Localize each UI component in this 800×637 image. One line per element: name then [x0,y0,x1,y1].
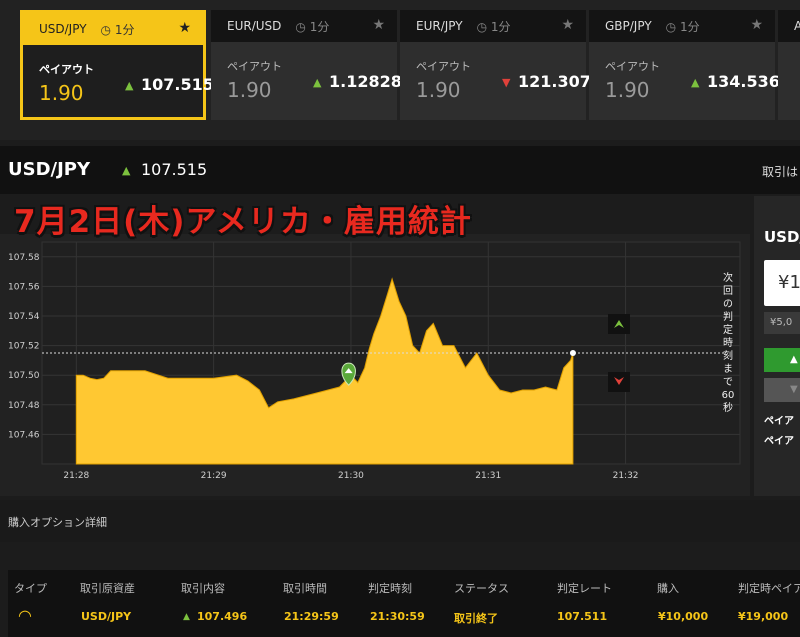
row-judge-rate: 107.511 [557,610,608,623]
down-arrow-icon: ▼ [502,76,511,89]
details-header: 購入オプション詳細 [0,500,800,542]
y-tick-label: 107.50 [8,371,40,381]
current-point [569,350,576,356]
col-judge-rate: 判定レート [557,582,612,595]
tab-partial[interactable]: A [778,10,800,120]
tab-pair: EUR/USD [227,19,282,33]
options-table: タイプ 取引原資産 取引内容 取引時間 判定時刻 ステータス 判定レート 購入 … [8,570,800,637]
payout-value: 1.90 [227,78,272,102]
row-payout: ¥19,000 [738,610,789,623]
tab-eur-usd[interactable]: EUR/USD ◷ 1分 ★ ペイアウト 1.90 ▲ 1.12828 [211,10,402,120]
row-judge-time: 21:30:59 [370,610,425,623]
clock-icon: ◷ 1分 [295,19,330,34]
tab-duration: 1分 [309,19,330,34]
star-icon[interactable]: ★ [178,20,191,36]
tab-duration: 1分 [679,19,700,34]
col-content: 取引内容 [181,582,225,595]
x-tick-label: 21:31 [475,471,501,481]
tab-duration: 1分 [114,22,135,37]
amount-preset-button[interactable]: ¥5,0 [764,312,800,334]
tab-duration: 1分 [490,19,511,34]
tab-pair: GBP/JPY [605,19,652,33]
payout-value: 1.90 [416,78,461,102]
y-tick-label: 107.54 [8,312,40,322]
tab-rate: 121.307 [518,72,591,91]
y-tick-label: 107.56 [8,282,40,292]
col-trade-time: 取引時間 [283,582,327,595]
panel-payout-label-1: ペイア [764,416,794,427]
payout-label: ペイアウト [39,63,94,76]
chart-area: 107.58 107.56 107.54 107.52 107.50 107.48 107.… [0,234,750,496]
tab-rate: 1.12828 [329,72,402,91]
payout-value: 1.90 [39,81,84,105]
panel-pair: USD/ [764,228,800,246]
col-asset: 取引原資産 [80,582,135,595]
y-tick-label: 107.58 [8,253,40,263]
tab-pair: A [794,19,800,33]
x-tick-label: 21:32 [613,471,639,481]
tab-gbp-jpy[interactable]: GBP/JPY ◷ 1分 ★ ペイアウト 1.90 ▲ 134.536 [589,10,780,120]
payout-value: 1.90 [605,78,650,102]
row-purchase: ¥10,000 [658,610,709,623]
tab-pair: USD/JPY [39,22,87,36]
clock-icon: ◷ 1分 [100,22,135,37]
tab-rate: 134.536 [707,72,780,91]
col-payout: 判定時ペイア [738,582,800,595]
col-status: ステータス [454,582,509,595]
tab-usd-jpy[interactable]: USD/JPY ◷ 1分 ★ ペイアウト 1.90 ▲ 107.515 [20,10,214,120]
asset-tabs: USD/JPY ◷ 1分 ★ ペイアウト 1.90 ▲ 107.515 EUR/… [0,0,800,140]
countdown-text: 次回の判定時刻まで60秒 [721,273,735,414]
payout-label: ペイアウト [416,60,471,73]
col-judge-time: 判定時刻 [368,582,412,595]
row-asset: USD/JPY [81,610,132,623]
up-arrow-icon: ▲ [313,76,322,89]
x-tick-label: 21:29 [201,471,227,481]
payout-label: ペイアウト [227,60,282,73]
current-rate: 107.515 [141,160,208,179]
tab-rate: 107.515 [141,75,214,94]
up-arrow-icon: ▲ [691,76,700,89]
tab-eur-jpy[interactable]: EUR/JPY ◷ 1分 ★ ペイアウト 1.90 ▼ 121.307 [400,10,591,120]
row-entry-rate: 107.496 [197,610,248,623]
pair-header: USD/JPY ▲ 107.515 取引は [0,146,800,194]
row-status: 取引終了 [454,612,498,625]
clock-icon: ◷ 1分 [665,19,700,34]
amount-input[interactable]: ¥1 [764,260,800,306]
price-chart: 107.58 107.56 107.54 107.52 107.50 107.48 107.… [8,241,741,481]
col-purchase: 購入 [657,582,679,595]
trade-panel: USD/ ¥1 ¥5,0 ▲ ▼ ペイア ペイア [754,196,800,496]
x-tick-label: 21:30 [338,471,364,481]
y-tick-label: 107.48 [8,401,40,411]
y-tick-label: 107.52 [8,342,40,352]
side-note: 取引は [762,165,799,179]
up-arrow-icon: ▲ [122,164,131,177]
pair-title: USD/JPY [8,159,91,180]
payout-label: ペイアウト [605,60,660,73]
star-icon[interactable]: ★ [561,17,574,33]
low-button[interactable]: ▼ [764,378,800,402]
banner-caption: 7月2日(木)アメリカ・雇用統計 [14,204,472,240]
x-tick-label: 21:28 [63,471,89,481]
details-title: 購入オプション詳細 [8,516,107,529]
clock-icon: ◷ 1分 [476,19,511,34]
y-tick-label: 107.46 [8,430,40,440]
row-trade-time: 21:29:59 [284,610,339,623]
high-button[interactable]: ▲ [764,348,800,372]
panel-payout-label-2: ペイア [764,436,794,447]
gauge-icon: ◠ [18,606,32,625]
star-icon[interactable]: ★ [372,17,385,33]
col-type: タイプ [14,582,47,595]
up-arrow-icon: ▲ [125,79,134,92]
tab-pair: EUR/JPY [416,19,463,33]
up-arrow-icon: ▲ [183,612,190,622]
star-icon[interactable]: ★ [750,17,763,33]
